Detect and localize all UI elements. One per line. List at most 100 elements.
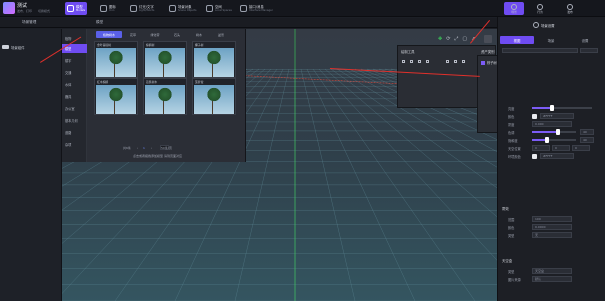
library-hint: 点击或者拖拽添加模型 请到页面对应 — [133, 154, 182, 158]
category-geometry[interactable]: 基本几何 — [62, 116, 87, 125]
top-tab-behavior[interactable]: 行为 — [530, 2, 550, 15]
asset-checkbox[interactable] — [481, 60, 485, 65]
category-office[interactable]: 办公室 — [62, 104, 87, 113]
scene-manager-title: 场景管理 — [22, 20, 37, 24]
category-plants[interactable]: 植物 — [62, 34, 87, 43]
scene-tree-item[interactable]: 场景组件 — [2, 44, 60, 50]
color-swatch[interactable] — [532, 113, 537, 119]
top-tab-scene[interactable]: 场景 — [504, 2, 524, 15]
model-thumb[interactable]: 芭蕉树木 — [143, 78, 187, 115]
fog-prop: 范围 100 — [508, 215, 598, 223]
category-buildings[interactable]: 楼宇 — [62, 56, 87, 65]
scene-settings-button[interactable]: 场景设置 — [530, 20, 558, 30]
lib-tab-bonsai[interactable]: 盆景 — [211, 31, 231, 38]
tab-settings[interactable]: 设置 — [568, 36, 602, 44]
rotate-icon[interactable]: ⟳ — [446, 36, 450, 42]
fog-section-title[interactable]: 雾效 — [502, 206, 509, 211]
prop-label: 色调 — [508, 130, 515, 135]
category-traffic[interactable]: 交通 — [62, 68, 87, 77]
frame-icon[interactable]: ▢ — [462, 36, 467, 42]
category-misc[interactable]: 杂项 — [62, 140, 87, 149]
prop-ambient: 环境颜色 #FFFF — [508, 152, 600, 160]
top-tab-label: 发布 — [567, 9, 573, 14]
settings-icon[interactable] — [484, 35, 492, 43]
toolbar-local-spaces-button[interactable]: 空间 Local Spaces — [204, 2, 234, 15]
toolbar-sub: Icon — [109, 8, 115, 12]
tab-view[interactable]: 视图 — [500, 36, 534, 44]
top-tab-label: 行为 — [537, 9, 543, 14]
model-thumb[interactable]: 红木棕榈 — [94, 78, 138, 115]
ambient-value[interactable]: #FFFF — [540, 153, 574, 159]
asset-dropdown-item[interactable]: 棕子树 — [481, 60, 497, 65]
fog-range-input[interactable]: 100 — [532, 216, 572, 222]
sky-y[interactable]: 0 — [552, 145, 570, 151]
toolbar-sub: Local Spaces — [215, 8, 232, 12]
model-thumb[interactable]: 金叶菩提树 — [94, 41, 138, 78]
category-tools[interactable]: 器具 — [62, 92, 87, 101]
fog-color-input[interactable]: 0.0000 — [532, 224, 572, 230]
brightness-slider[interactable] — [532, 105, 592, 111]
hue-slider[interactable] — [532, 129, 576, 135]
skybox-props: 类型 天空盒 图片来源 默认 — [508, 267, 598, 283]
top-tab-publish[interactable]: 发布 — [560, 2, 580, 15]
color-value[interactable]: #FFFF — [540, 113, 574, 119]
arrow-icon[interactable] — [454, 60, 457, 63]
pager-size-label: 50条/页 — [161, 145, 172, 150]
sky-x[interactable]: 0 — [532, 145, 550, 151]
pager-current-page[interactable]: 1 — [143, 146, 145, 150]
toolbar-models-button[interactable]: 模型 Models — [65, 2, 88, 15]
scene-tree-panel — [0, 29, 62, 301]
lib-tab-flowers[interactable]: 花草 — [123, 31, 143, 38]
saturation-value[interactable]: 40 — [580, 137, 594, 143]
top-prop-field[interactable] — [580, 48, 598, 53]
asset-dropdown-title: 资产类别 — [481, 50, 495, 54]
prop-label: 雾度 — [508, 122, 515, 127]
lib-tab-wood[interactable]: 树木 — [189, 31, 209, 38]
hue-value[interactable]: 40 — [580, 129, 594, 135]
sky-z[interactable]: 0 — [572, 145, 590, 151]
text-icon[interactable] — [446, 60, 449, 63]
toolbar-light-words-button[interactable]: 灯光/文字 Light/Words — [128, 2, 156, 15]
space-icon — [206, 5, 213, 12]
skybox-type-select[interactable]: 天空盒 — [532, 268, 572, 274]
rect-icon[interactable] — [462, 60, 465, 63]
mode-switch-link[interactable]: 切换模式 — [38, 9, 50, 13]
move-icon[interactable]: ✥ — [438, 36, 442, 42]
app-logo — [3, 2, 15, 14]
ambient-swatch[interactable] — [532, 153, 537, 159]
category-water[interactable]: 水体 — [62, 80, 87, 89]
scale-icon[interactable]: ⤢ — [454, 36, 458, 42]
top-prop-field[interactable] — [502, 48, 578, 53]
app-subtitle[interactable]: 发布、打印 — [17, 9, 32, 13]
tab-scene[interactable]: 场景 — [534, 36, 568, 44]
circle-icon[interactable] — [426, 60, 429, 63]
right-tabs: 视图 场景 设置 — [500, 36, 602, 44]
polygon-icon[interactable] — [418, 60, 421, 63]
category-roads[interactable]: 道路 — [62, 128, 87, 137]
haze-input[interactable]: 0.000 — [532, 121, 572, 127]
draw-tool-title: 绘制工具 — [401, 50, 415, 54]
toolbar-icon-button[interactable]: 图标 Icon — [98, 2, 118, 15]
cube-icon — [67, 5, 74, 12]
pager-prev-icon[interactable]: ‹ — [137, 146, 138, 150]
skybox-prop: 类型 天空盒 — [508, 267, 598, 275]
lib-tab-greenbelt[interactable]: 绿化带 — [145, 31, 165, 38]
lib-tab-trees[interactable]: 植物树木 — [96, 31, 122, 38]
lib-tab-stones[interactable]: 石头 — [167, 31, 187, 38]
toolbar-interface-button[interactable]: 接口/消息 Interface Manager — [238, 2, 275, 15]
toolbar-scene-objects-button[interactable]: 场景对象 Scene Objects — [167, 2, 199, 15]
interface-icon — [240, 5, 247, 12]
skybox-source-select[interactable]: 默认 — [532, 276, 572, 282]
image-icon — [100, 5, 107, 12]
model-thumb[interactable]: 棕榈树 — [143, 41, 187, 78]
prop-label: 颜色 — [508, 225, 515, 230]
prop-label: 图片来源 — [508, 277, 521, 282]
line-icon[interactable] — [410, 60, 413, 63]
skybox-section-title[interactable]: 天空盒 — [502, 258, 512, 263]
fog-type-select[interactable]: 无 — [532, 232, 572, 238]
saturation-slider[interactable] — [532, 137, 576, 143]
model-thumb[interactable]: 椰子树 — [192, 41, 236, 78]
model-thumb[interactable]: 菠萝蜜 — [192, 78, 236, 115]
pen-icon[interactable] — [402, 60, 405, 63]
pager-next-icon[interactable]: › — [151, 146, 152, 150]
